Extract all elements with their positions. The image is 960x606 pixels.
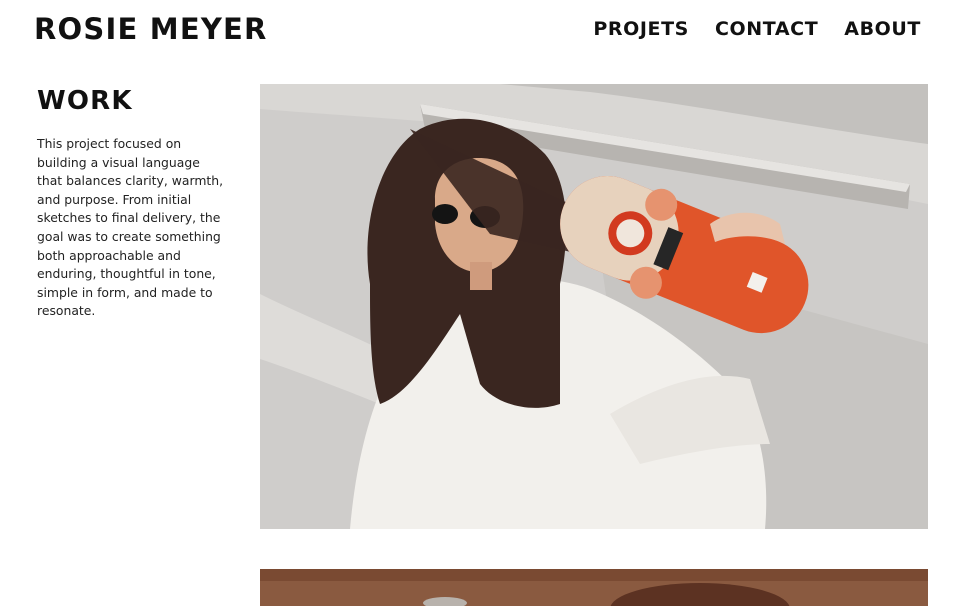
- nav-about-link[interactable]: ABOUT: [844, 18, 921, 40]
- second-photo-preview: [260, 569, 928, 606]
- section-heading: WORK: [37, 86, 133, 116]
- hero-photo-skater: [260, 84, 928, 529]
- nav-contact-link[interactable]: CONTACT: [715, 18, 818, 40]
- work-intro: WORK This project focused on building a …: [37, 86, 227, 321]
- site-logo[interactable]: ROSIE MEYER: [34, 12, 268, 46]
- project-description: This project focused on building a visua…: [37, 136, 224, 319]
- nav-projets-link[interactable]: PROJETS: [593, 18, 689, 40]
- main-nav: PROJETS CONTACT ABOUT: [593, 18, 921, 40]
